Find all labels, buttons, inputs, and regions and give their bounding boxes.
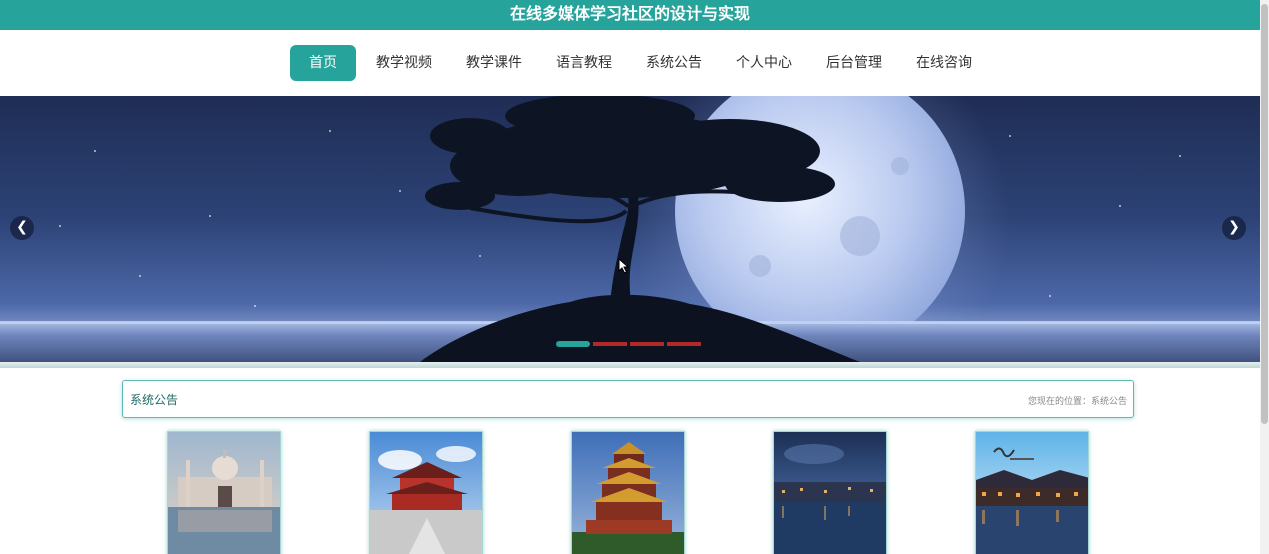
nav-item-announcements[interactable]: 系统公告 (632, 45, 716, 81)
nav-item-online-consult[interactable]: 在线咨询 (902, 45, 986, 81)
image-card-5[interactable] (975, 431, 1089, 554)
notice-bar: 系统公告 您现在的位置：系统公告 (122, 380, 1134, 418)
carousel-indicators (556, 341, 704, 347)
nav-item-admin[interactable]: 后台管理 (812, 45, 896, 81)
nav-item-teaching-videos[interactable]: 教学视频 (362, 45, 446, 81)
nav-item-language-tutorials[interactable]: 语言教程 (542, 45, 626, 81)
nav-item-courseware[interactable]: 教学课件 (452, 45, 536, 81)
carousel-dot-3[interactable] (630, 342, 664, 346)
nav-item-home[interactable]: 首页 (290, 45, 356, 81)
site-title-bar: 在线多媒体学习社区的设计与实现 (0, 0, 1260, 30)
nav-list: 首页 教学视频 教学课件 语言教程 系统公告 个人中心 后台管理 在线咨询 (290, 45, 992, 81)
banner-carousel[interactable]: ❮ ❯ (0, 96, 1260, 362)
chevron-left-icon: ❮ (16, 219, 28, 235)
carousel-dot-2[interactable] (593, 342, 627, 346)
xitang-night-photo (976, 432, 1088, 554)
main-nav: 首页 教学视频 教学课件 语言教程 系统公告 个人中心 后台管理 在线咨询 (0, 30, 1260, 96)
pagoda-photo (572, 432, 684, 554)
palace-photo (168, 432, 280, 554)
temple-photo (370, 432, 482, 554)
chevron-right-icon: ❯ (1228, 219, 1240, 235)
carousel-dot-1[interactable] (556, 341, 590, 347)
banner-image (0, 96, 1260, 362)
notice-title[interactable]: 系统公告 (130, 391, 178, 408)
image-card-2[interactable] (369, 431, 483, 554)
carousel-prev-button[interactable]: ❮ (10, 216, 34, 240)
water-town-photo (774, 432, 886, 554)
carousel-dot-4[interactable] (667, 342, 701, 346)
nav-item-personal-center[interactable]: 个人中心 (722, 45, 806, 81)
image-card-1[interactable] (167, 431, 281, 554)
scrollbar-thumb[interactable] (1261, 4, 1268, 424)
site-title: 在线多媒体学习社区的设计与实现 (509, 4, 750, 23)
image-card-3[interactable] (571, 431, 685, 554)
page: 在线多媒体学习社区的设计与实现 首页 教学视频 教学课件 语言教程 系统公告 个… (0, 0, 1269, 554)
section-divider (0, 362, 1260, 368)
carousel-next-button[interactable]: ❯ (1222, 216, 1246, 240)
image-card-4[interactable] (773, 431, 887, 554)
breadcrumb: 您现在的位置：系统公告 (1027, 397, 1127, 407)
image-card-list (167, 431, 1097, 554)
page-scrollbar[interactable] (1260, 0, 1269, 554)
mouse-cursor-icon (618, 258, 630, 274)
